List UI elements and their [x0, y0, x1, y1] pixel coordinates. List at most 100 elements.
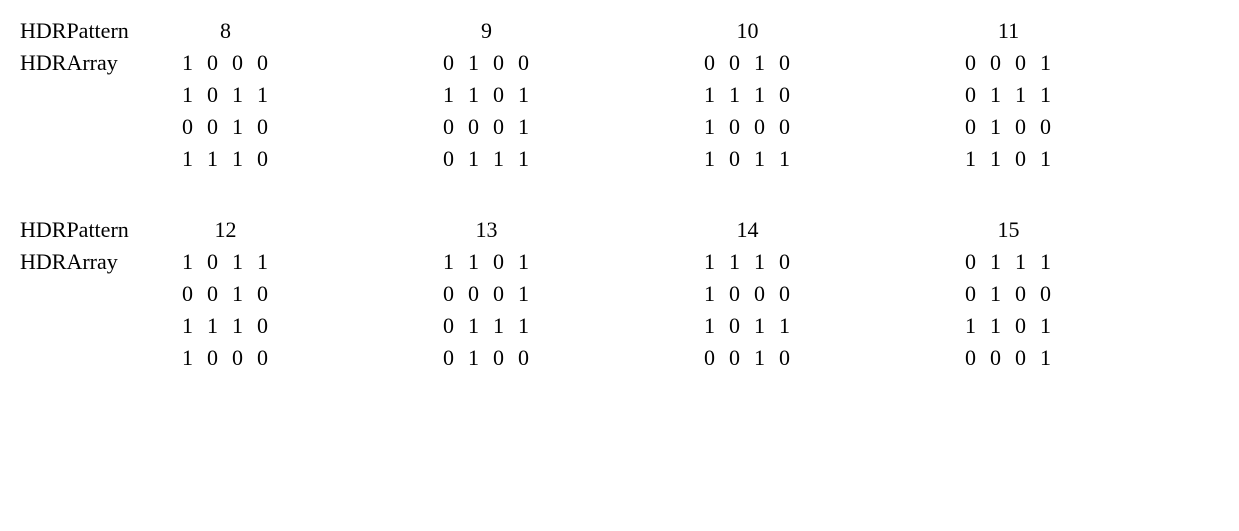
matrix-cell: 1 [747, 342, 772, 374]
matrix-row: 1011 [697, 310, 797, 342]
matrix-row: 1101 [436, 79, 536, 111]
matrix-cell: 1 [983, 246, 1008, 278]
matrix-cell: 1 [747, 47, 772, 79]
matrix-cell: 1 [225, 278, 250, 310]
matrix-cell: 1 [250, 246, 275, 278]
matrix-cell: 1 [461, 342, 486, 374]
matrix-cell: 1 [747, 79, 772, 111]
matrix-cell: 1 [1008, 246, 1033, 278]
matrix-cell: 1 [983, 111, 1008, 143]
matrix-cell: 1 [697, 310, 722, 342]
matrix-cell: 0 [436, 111, 461, 143]
matrix-cell: 1 [250, 79, 275, 111]
matrix-cell: 1 [1033, 246, 1058, 278]
matrix-cell: 0 [511, 47, 536, 79]
matrix-row: 0001 [436, 278, 536, 310]
matrix-cell: 0 [1033, 111, 1058, 143]
matrix-cell: 0 [200, 111, 225, 143]
matrix-cell: 0 [958, 47, 983, 79]
hdr-pattern-row: HDRPattern891011 [20, 15, 1219, 47]
matrix-cell: 0 [722, 111, 747, 143]
matrix-cell: 0 [772, 79, 797, 111]
matrix-cell: 0 [722, 278, 747, 310]
hdr-array-row: HDRArray10110010111010001101000101110100… [20, 246, 1219, 374]
matrix-row: 1101 [958, 143, 1058, 175]
matrix-cell: 1 [461, 310, 486, 342]
pattern-number: 9 [436, 15, 529, 47]
matrix-cell: 0 [722, 310, 747, 342]
pattern-section: HDRPattern12131415HDRArray10110010111010… [20, 214, 1219, 373]
matrix-cell: 0 [1008, 143, 1033, 175]
matrix-row: 0100 [436, 47, 536, 79]
matrix-cell: 1 [747, 143, 772, 175]
matrix-cell: 1 [1008, 79, 1033, 111]
matrix-cell: 0 [436, 47, 461, 79]
matrix-cell: 1 [1033, 143, 1058, 175]
matrix-cell: 0 [436, 342, 461, 374]
matrix-cell: 1 [722, 246, 747, 278]
matrix-cell: 0 [722, 47, 747, 79]
matrix-cell: 0 [983, 47, 1008, 79]
matrix-cell: 0 [958, 342, 983, 374]
matrix-cell: 0 [722, 143, 747, 175]
matrix-row: 0100 [958, 111, 1058, 143]
matrix-cell: 1 [461, 143, 486, 175]
matrix-cell: 1 [747, 310, 772, 342]
hdr-array-matrix: 1000101100101110 [175, 47, 275, 175]
pattern-number: 12 [175, 214, 268, 246]
pattern-section: HDRPattern891011HDRArray1000101100101110… [20, 15, 1219, 174]
matrix-row: 0001 [958, 47, 1058, 79]
matrix-cell: 0 [747, 278, 772, 310]
matrix-row: 0010 [697, 342, 797, 374]
matrix-cell: 0 [486, 79, 511, 111]
matrix-cell: 0 [486, 246, 511, 278]
matrix-cell: 1 [697, 79, 722, 111]
matrix-row: 1000 [697, 111, 797, 143]
hdr-array-matrix: 0001011101001101 [958, 47, 1058, 175]
matrix-cell: 0 [1008, 278, 1033, 310]
matrix-cell: 1 [200, 310, 225, 342]
matrix-cell: 0 [436, 143, 461, 175]
matrix-row: 1000 [175, 342, 275, 374]
matrix-cell: 1 [697, 111, 722, 143]
matrix-cell: 0 [486, 342, 511, 374]
hdr-pattern-label: HDRPattern [20, 214, 175, 246]
hdr-array-matrix: 1011001011101000 [175, 246, 275, 374]
matrix-cell: 0 [958, 246, 983, 278]
matrix-cell: 0 [200, 246, 225, 278]
matrix-cell: 0 [250, 342, 275, 374]
pattern-number: 11 [958, 15, 1051, 47]
matrix-cell: 0 [697, 47, 722, 79]
matrix-cell: 1 [1033, 310, 1058, 342]
matrix-cell: 0 [250, 47, 275, 79]
matrix-cell: 1 [436, 79, 461, 111]
matrix-cell: 1 [461, 79, 486, 111]
matrix-cell: 0 [200, 342, 225, 374]
matrix-cell: 1 [461, 246, 486, 278]
matrix-row: 0001 [436, 111, 536, 143]
pattern-number: 10 [697, 15, 790, 47]
matrix-cell: 0 [250, 278, 275, 310]
matrix-row: 0111 [958, 79, 1058, 111]
matrix-cell: 1 [772, 310, 797, 342]
matrix-row: 1110 [175, 143, 275, 175]
matrix-cell: 1 [722, 79, 747, 111]
matrix-row: 0010 [697, 47, 797, 79]
matrix-cell: 1 [697, 246, 722, 278]
matrix-cell: 0 [486, 47, 511, 79]
matrix-cell: 1 [511, 246, 536, 278]
matrix-cell: 1 [958, 143, 983, 175]
matrix-row: 0001 [958, 342, 1058, 374]
matrix-cell: 0 [200, 79, 225, 111]
hdr-array-label: HDRArray [20, 47, 175, 79]
matrix-row: 0100 [958, 278, 1058, 310]
hdr-array-matrix: 0100110100010111 [436, 47, 536, 175]
matrix-row: 1011 [697, 143, 797, 175]
matrix-cell: 1 [175, 342, 200, 374]
matrix-cell: 0 [983, 342, 1008, 374]
matrix-row: 0010 [175, 278, 275, 310]
matrix-cell: 0 [1008, 342, 1033, 374]
matrix-cell: 1 [225, 310, 250, 342]
matrix-row: 1110 [697, 246, 797, 278]
matrix-cell: 1 [1033, 79, 1058, 111]
